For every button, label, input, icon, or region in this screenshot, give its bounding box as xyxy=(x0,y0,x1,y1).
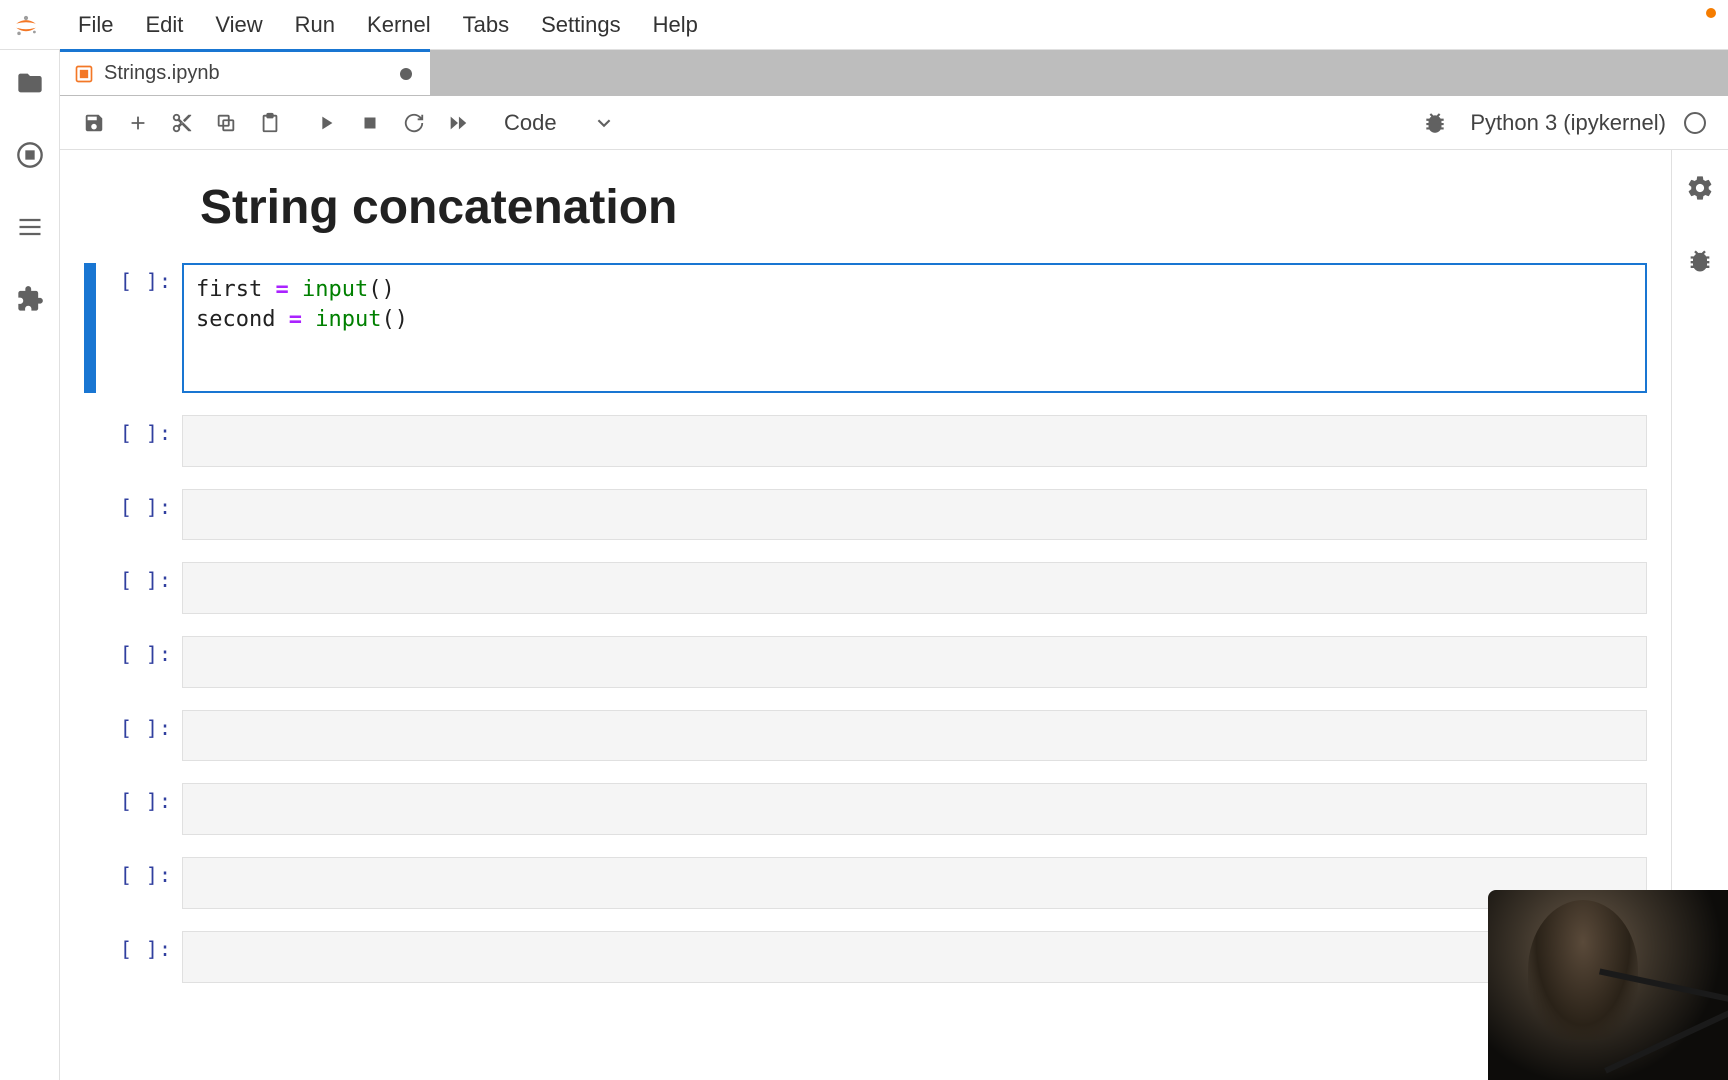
execution-prompt: [ ]: xyxy=(100,489,182,541)
cell-editor[interactable] xyxy=(182,562,1647,614)
notebook-toolbar: Code Python 3 (ipykernel) xyxy=(60,96,1728,150)
execution-prompt: [ ]: xyxy=(100,263,182,393)
menu-kernel[interactable]: Kernel xyxy=(351,6,447,44)
code-cell[interactable]: [ ]: xyxy=(84,636,1647,688)
cell-gutter xyxy=(84,710,96,762)
chevron-down-icon xyxy=(597,116,611,130)
cell-editor[interactable]: first = input() second = input() xyxy=(182,263,1647,393)
execution-prompt: [ ]: xyxy=(100,710,182,762)
tab-label: Strings.ipynb xyxy=(104,62,220,85)
code-cell[interactable]: [ ]: xyxy=(84,710,1647,762)
cell-gutter xyxy=(84,263,96,393)
execution-prompt: [ ]: xyxy=(100,636,182,688)
cell-gutter xyxy=(84,857,96,909)
execution-prompt: [ ]: xyxy=(100,931,182,983)
cell-gutter xyxy=(84,783,96,835)
menu-file[interactable]: File xyxy=(62,6,129,44)
menu-edit[interactable]: Edit xyxy=(129,6,199,44)
cell-gutter xyxy=(84,415,96,467)
code-cell[interactable]: [ ]: xyxy=(84,783,1647,835)
running-icon[interactable] xyxy=(15,140,45,170)
cell-gutter xyxy=(84,636,96,688)
save-button[interactable] xyxy=(74,103,114,143)
menu-bar: File Edit View Run Kernel Tabs Settings … xyxy=(0,0,1728,50)
cell-editor[interactable] xyxy=(182,857,1647,909)
tab-notebook[interactable]: Strings.ipynb xyxy=(60,49,430,95)
cell-editor[interactable] xyxy=(182,415,1647,467)
code-cell[interactable]: [ ]: xyxy=(84,931,1647,983)
execution-prompt: [ ]: xyxy=(100,857,182,909)
cell-editor[interactable] xyxy=(182,783,1647,835)
code-cell[interactable]: [ ]:first = input() second = input() xyxy=(84,263,1647,393)
toc-icon[interactable] xyxy=(15,212,45,242)
tab-bar: Strings.ipynb xyxy=(60,50,1728,96)
property-inspector-icon[interactable] xyxy=(1686,174,1714,207)
stop-button[interactable] xyxy=(350,103,390,143)
code-cell[interactable]: [ ]: xyxy=(84,489,1647,541)
notebook-icon xyxy=(74,64,94,84)
kernel-switcher[interactable]: Python 3 (ipykernel) xyxy=(1470,110,1666,136)
restart-button[interactable] xyxy=(394,103,434,143)
cell-gutter xyxy=(84,562,96,614)
extensions-icon[interactable] xyxy=(15,284,45,314)
code-cell[interactable]: [ ]: xyxy=(84,415,1647,467)
cut-button[interactable] xyxy=(162,103,202,143)
debugger-button[interactable] xyxy=(1422,110,1448,136)
cell-editor[interactable] xyxy=(182,636,1647,688)
folder-icon[interactable] xyxy=(15,68,45,98)
cell-editor[interactable] xyxy=(182,931,1647,983)
left-sidebar xyxy=(0,50,60,1080)
menu-view[interactable]: View xyxy=(199,6,278,44)
execution-prompt: [ ]: xyxy=(100,562,182,614)
kernel-status-idle[interactable] xyxy=(1684,112,1706,134)
paste-button[interactable] xyxy=(250,103,290,143)
execution-prompt: [ ]: xyxy=(100,415,182,467)
cell-gutter xyxy=(84,489,96,541)
menu-help[interactable]: Help xyxy=(637,6,714,44)
unsaved-indicator xyxy=(400,68,412,80)
cell-type-select[interactable]: Code xyxy=(494,106,621,140)
webcam-overlay xyxy=(1488,890,1728,1080)
run-button[interactable] xyxy=(306,103,346,143)
code-cell[interactable]: [ ]: xyxy=(84,857,1647,909)
menu-tabs[interactable]: Tabs xyxy=(447,6,525,44)
notebook-content[interactable]: String concatenation[ ]:first = input() … xyxy=(60,150,1672,1080)
cell-editor[interactable] xyxy=(182,710,1647,762)
run-all-button[interactable] xyxy=(438,103,478,143)
cell-type-label: Code xyxy=(504,110,557,136)
cell-gutter xyxy=(84,931,96,983)
notification-dot xyxy=(1706,8,1716,18)
cell-editor[interactable] xyxy=(182,489,1647,541)
code-cell[interactable]: [ ]: xyxy=(84,562,1647,614)
menu-settings[interactable]: Settings xyxy=(525,6,637,44)
jupyter-logo[interactable] xyxy=(10,9,42,41)
markdown-heading[interactable]: String concatenation xyxy=(200,180,1647,235)
debugger-panel-icon[interactable] xyxy=(1686,247,1714,280)
execution-prompt: [ ]: xyxy=(100,783,182,835)
copy-button[interactable] xyxy=(206,103,246,143)
menu-run[interactable]: Run xyxy=(279,6,351,44)
add-cell-button[interactable] xyxy=(118,103,158,143)
